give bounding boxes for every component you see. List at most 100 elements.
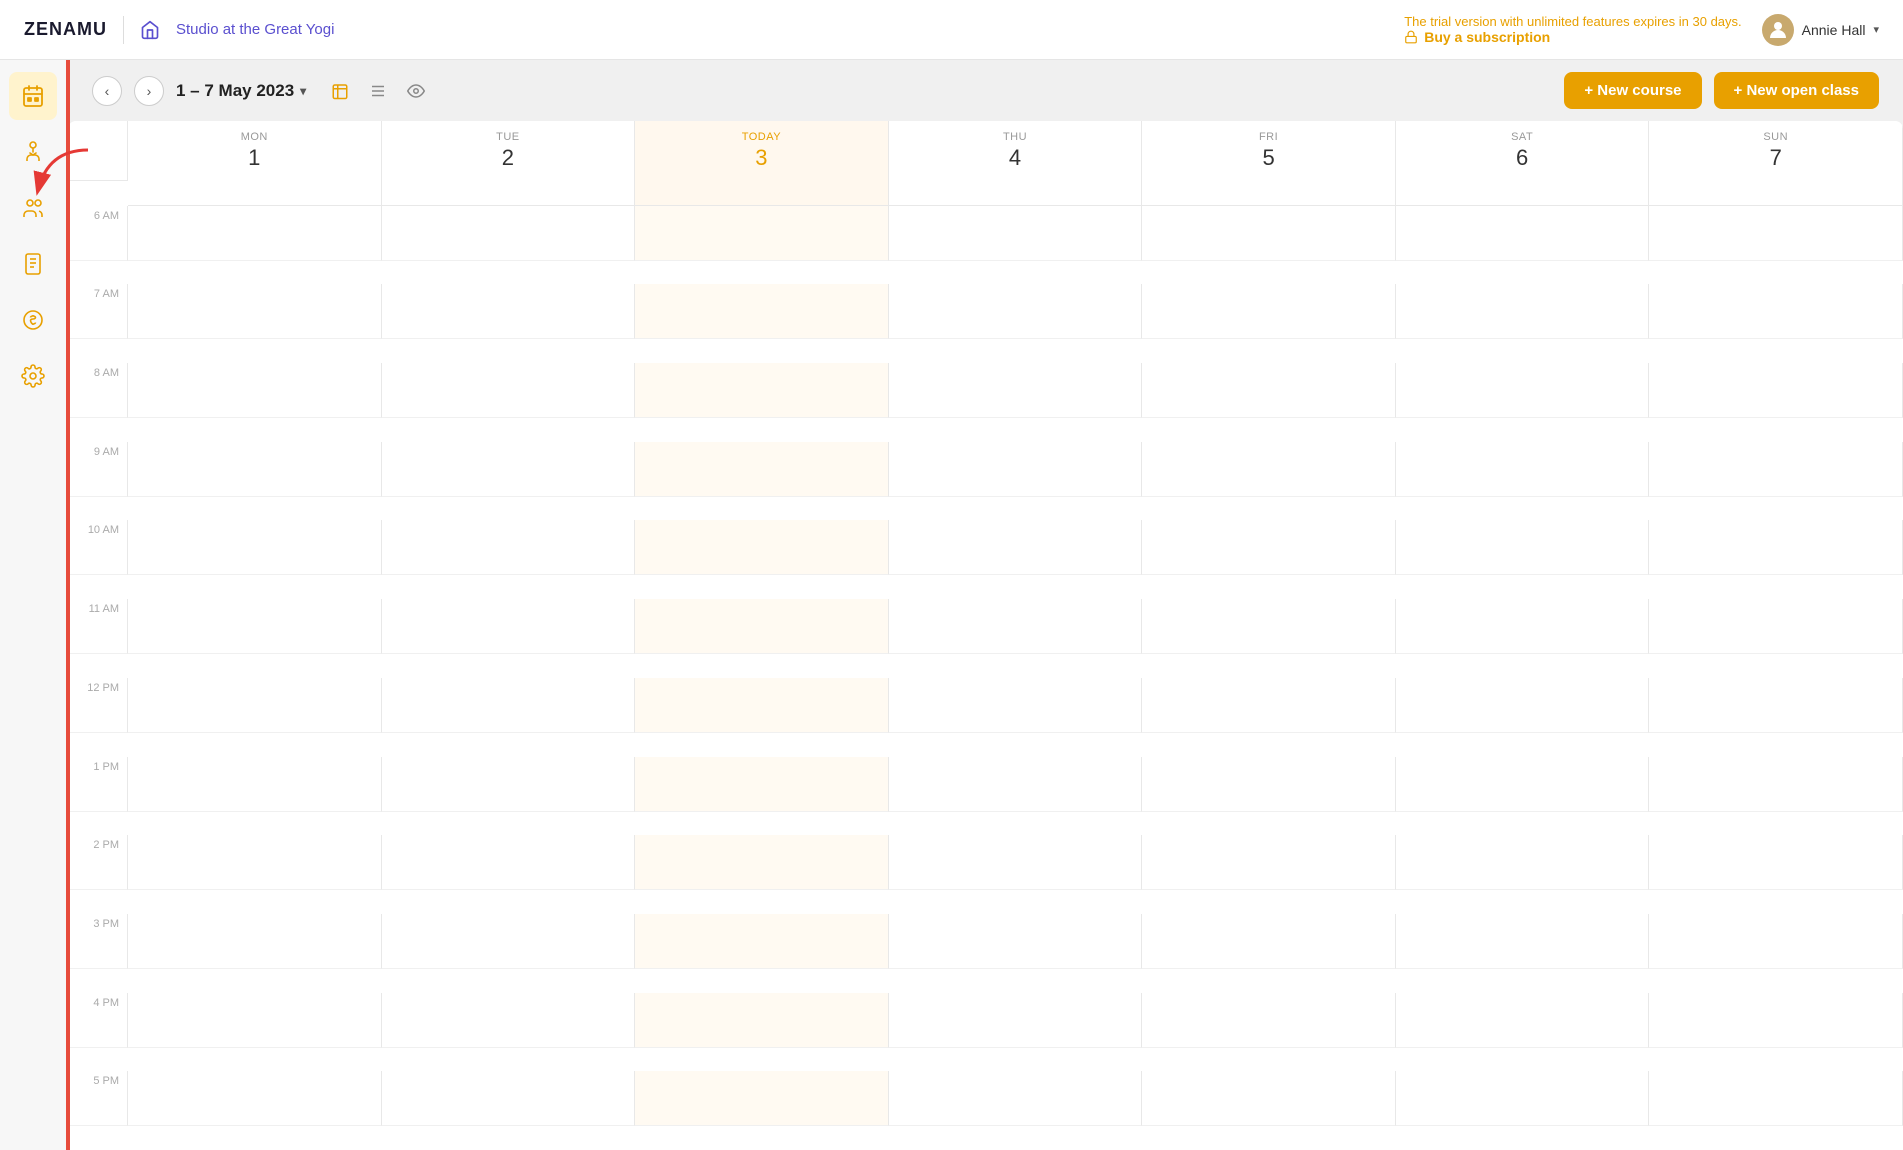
- cell-sun-12pm[interactable]: [1649, 678, 1903, 733]
- prev-week-button[interactable]: ‹: [92, 76, 122, 106]
- cell-fri-12pm[interactable]: [1142, 678, 1396, 733]
- buy-subscription-link[interactable]: Buy a subscription: [1404, 29, 1741, 45]
- cell-mon-4pm[interactable]: [128, 993, 382, 1048]
- cell-today-7am[interactable]: [635, 284, 889, 339]
- cell-today-8am[interactable]: [635, 363, 889, 418]
- sidebar-item-settings[interactable]: [9, 352, 57, 400]
- new-course-button[interactable]: + New course: [1564, 72, 1701, 109]
- cell-sun-2pm[interactable]: [1649, 835, 1903, 890]
- cell-sun-11am[interactable]: [1649, 599, 1903, 654]
- cell-today-1pm[interactable]: [635, 757, 889, 812]
- cell-tue-9am[interactable]: [382, 442, 636, 497]
- cell-mon-7am[interactable]: [128, 284, 382, 339]
- cell-fri-11am[interactable]: [1142, 599, 1396, 654]
- cell-mon-6am[interactable]: [128, 206, 382, 261]
- sidebar-item-billing[interactable]: [9, 296, 57, 344]
- cell-sat-2pm[interactable]: [1396, 835, 1650, 890]
- cell-fri-8am[interactable]: [1142, 363, 1396, 418]
- cell-thu-2pm[interactable]: [889, 835, 1143, 890]
- cell-sun-10am[interactable]: [1649, 520, 1903, 575]
- cell-sun-7am[interactable]: [1649, 284, 1903, 339]
- cell-fri-9am[interactable]: [1142, 442, 1396, 497]
- sidebar-item-reports[interactable]: [9, 240, 57, 288]
- cell-tue-6am[interactable]: [382, 206, 636, 261]
- cell-mon-1pm[interactable]: [128, 757, 382, 812]
- cell-sun-6am[interactable]: [1649, 206, 1903, 261]
- cell-tue-11am[interactable]: [382, 599, 636, 654]
- cell-today-3pm[interactable]: [635, 914, 889, 969]
- cell-mon-12pm[interactable]: [128, 678, 382, 733]
- cell-mon-3pm[interactable]: [128, 914, 382, 969]
- cell-sat-12pm[interactable]: [1396, 678, 1650, 733]
- cell-tue-8am[interactable]: [382, 363, 636, 418]
- cell-thu-8am[interactable]: [889, 363, 1143, 418]
- cell-tue-3pm[interactable]: [382, 914, 636, 969]
- cell-fri-1pm[interactable]: [1142, 757, 1396, 812]
- cell-sun-5pm[interactable]: [1649, 1071, 1903, 1126]
- cell-sat-5pm[interactable]: [1396, 1071, 1650, 1126]
- cell-sun-9am[interactable]: [1649, 442, 1903, 497]
- cell-tue-10am[interactable]: [382, 520, 636, 575]
- cell-thu-3pm[interactable]: [889, 914, 1143, 969]
- cell-sun-3pm[interactable]: [1649, 914, 1903, 969]
- cell-today-6am[interactable]: [635, 206, 889, 261]
- cell-tue-4pm[interactable]: [382, 993, 636, 1048]
- cell-sat-11am[interactable]: [1396, 599, 1650, 654]
- new-open-class-button[interactable]: + New open class: [1714, 72, 1879, 109]
- cell-sat-7am[interactable]: [1396, 284, 1650, 339]
- cell-sat-9am[interactable]: [1396, 442, 1650, 497]
- cell-today-12pm[interactable]: [635, 678, 889, 733]
- cell-fri-2pm[interactable]: [1142, 835, 1396, 890]
- cell-today-5pm[interactable]: [635, 1071, 889, 1126]
- date-range-selector[interactable]: 1 – 7 May 2023 ▾: [176, 81, 306, 101]
- cell-sun-1pm[interactable]: [1649, 757, 1903, 812]
- cell-thu-12pm[interactable]: [889, 678, 1143, 733]
- cell-fri-3pm[interactable]: [1142, 914, 1396, 969]
- cell-sun-4pm[interactable]: [1649, 993, 1903, 1048]
- cell-fri-5pm[interactable]: [1142, 1071, 1396, 1126]
- cell-sun-8am[interactable]: [1649, 363, 1903, 418]
- cell-mon-10am[interactable]: [128, 520, 382, 575]
- calendar-view-icon[interactable]: [326, 77, 354, 105]
- sidebar-item-calendar[interactable]: [9, 72, 57, 120]
- cell-thu-10am[interactable]: [889, 520, 1143, 575]
- cell-thu-6am[interactable]: [889, 206, 1143, 261]
- cell-today-2pm[interactable]: [635, 835, 889, 890]
- next-week-button[interactable]: ›: [134, 76, 164, 106]
- cell-tue-1pm[interactable]: [382, 757, 636, 812]
- cell-thu-4pm[interactable]: [889, 993, 1143, 1048]
- cell-fri-4pm[interactable]: [1142, 993, 1396, 1048]
- sidebar-item-classes[interactable]: [9, 128, 57, 176]
- cell-mon-5pm[interactable]: [128, 1071, 382, 1126]
- cell-mon-11am[interactable]: [128, 599, 382, 654]
- user-menu[interactable]: Annie Hall ▾: [1762, 14, 1879, 46]
- cell-thu-11am[interactable]: [889, 599, 1143, 654]
- sidebar-item-clients[interactable]: [9, 184, 57, 232]
- cell-sat-6am[interactable]: [1396, 206, 1650, 261]
- cell-today-11am[interactable]: [635, 599, 889, 654]
- cell-today-4pm[interactable]: [635, 993, 889, 1048]
- cell-mon-8am[interactable]: [128, 363, 382, 418]
- cell-thu-7am[interactable]: [889, 284, 1143, 339]
- cell-tue-2pm[interactable]: [382, 835, 636, 890]
- cell-sat-4pm[interactable]: [1396, 993, 1650, 1048]
- cell-today-10am[interactable]: [635, 520, 889, 575]
- cell-tue-12pm[interactable]: [382, 678, 636, 733]
- list-view-icon[interactable]: [364, 77, 392, 105]
- home-icon[interactable]: [140, 20, 160, 40]
- cell-fri-7am[interactable]: [1142, 284, 1396, 339]
- cell-fri-10am[interactable]: [1142, 520, 1396, 575]
- cell-sat-3pm[interactable]: [1396, 914, 1650, 969]
- cell-sat-1pm[interactable]: [1396, 757, 1650, 812]
- cell-mon-2pm[interactable]: [128, 835, 382, 890]
- cell-today-9am[interactable]: [635, 442, 889, 497]
- cell-tue-7am[interactable]: [382, 284, 636, 339]
- eye-view-icon[interactable]: [402, 77, 430, 105]
- cell-thu-9am[interactable]: [889, 442, 1143, 497]
- cell-thu-5pm[interactable]: [889, 1071, 1143, 1126]
- cell-sat-8am[interactable]: [1396, 363, 1650, 418]
- cell-tue-5pm[interactable]: [382, 1071, 636, 1126]
- cell-sat-10am[interactable]: [1396, 520, 1650, 575]
- cell-mon-9am[interactable]: [128, 442, 382, 497]
- cell-fri-6am[interactable]: [1142, 206, 1396, 261]
